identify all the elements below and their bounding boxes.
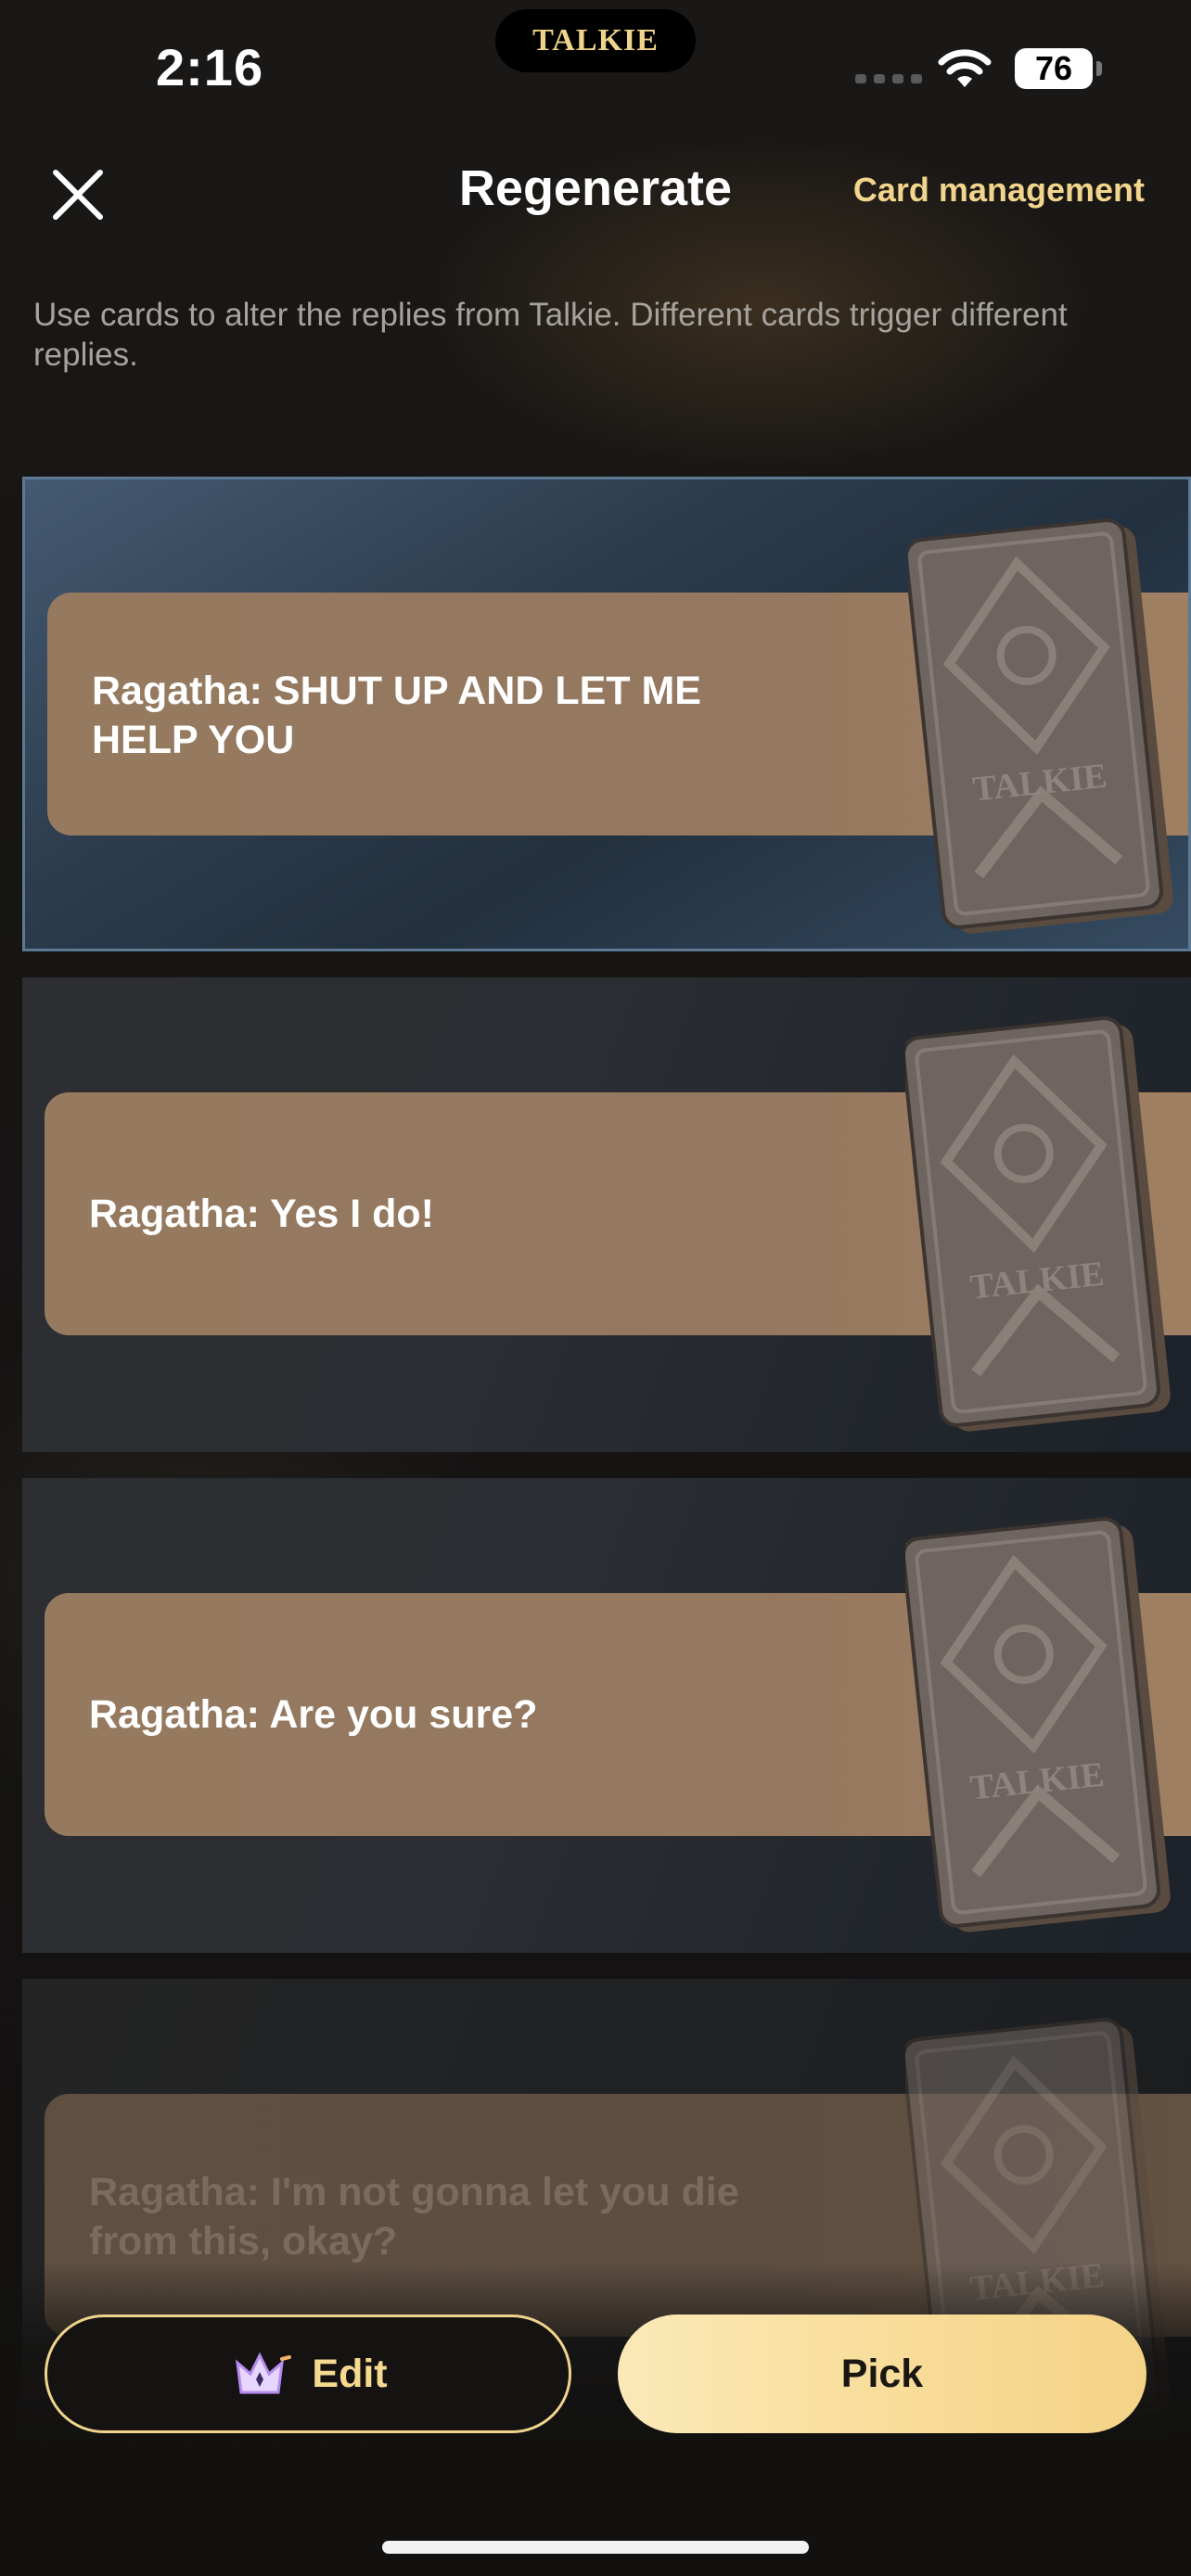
reply-card-1[interactable]: Ragatha: SHUT UP AND LET ME HELP YOU TAL…: [22, 477, 1191, 951]
reply-text: Ragatha: SHUT UP AND LET ME HELP YOU: [92, 669, 701, 762]
pick-button-label: Pick: [840, 2351, 924, 2396]
card-management-link[interactable]: Card management: [853, 171, 1145, 210]
reply-card-3[interactable]: Ragatha: Are you sure? TALKIE: [22, 1478, 1191, 1953]
reply-text: Ragatha: Are you sure?: [89, 1691, 538, 1737]
battery-tip: [1096, 61, 1102, 76]
reply-text: Ragatha: Yes I do!: [89, 1191, 434, 1236]
cellular-signal-icon: [855, 74, 922, 83]
talkie-card-deck-icon: TALKIE: [908, 518, 1173, 934]
battery-indicator: 76: [1015, 48, 1093, 89]
reply-card-2[interactable]: Ragatha: Yes I do! TALKIE: [22, 977, 1191, 1452]
edit-button[interactable]: Edit: [45, 2315, 571, 2433]
description-text: Use cards to alter the replies from Talk…: [33, 297, 1068, 373]
talkie-card-deck-icon: TALKIE: [905, 1016, 1171, 1432]
island-logo: TALKIE: [532, 23, 659, 57]
wifi-icon: [938, 49, 992, 87]
crown-icon: [236, 2352, 292, 2394]
edit-button-label: Edit: [312, 2351, 388, 2396]
home-indicator[interactable]: [382, 2541, 809, 2554]
dynamic-island: TALKIE: [495, 9, 696, 72]
talkie-card-deck-icon: TALKIE: [905, 1517, 1171, 1932]
status-time: 2:16: [156, 38, 264, 96]
pick-button[interactable]: Pick: [618, 2315, 1146, 2433]
